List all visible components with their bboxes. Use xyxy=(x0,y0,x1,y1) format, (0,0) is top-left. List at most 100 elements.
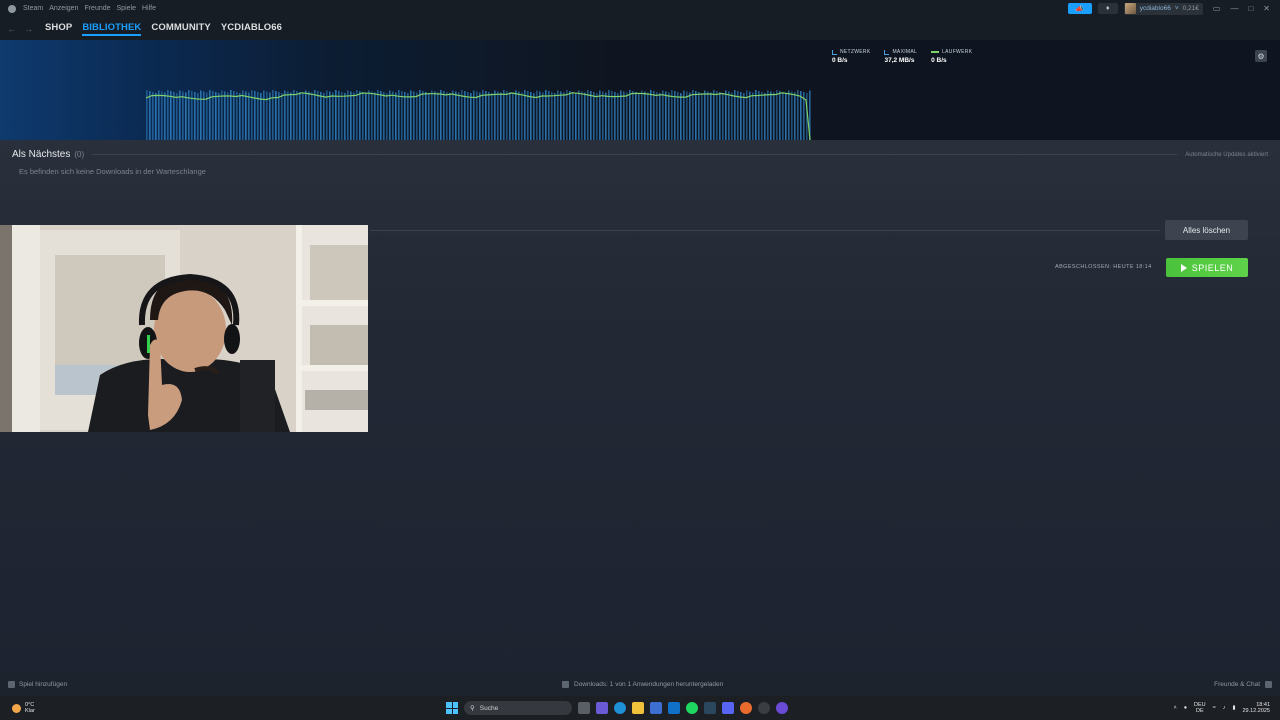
auto-updates-note[interactable]: Automatische Updates aktiviert xyxy=(1185,152,1268,158)
taskbar-search[interactable]: ⚲ Suche xyxy=(464,701,572,715)
friends-chat-button[interactable]: Freunde & Chat xyxy=(1214,681,1272,688)
file-explorer-icon[interactable] xyxy=(632,702,644,714)
graph-bar xyxy=(524,90,526,140)
graph-bar xyxy=(218,93,220,140)
graph-stats: NETZWERK 0 B/s MAXIMAL 37,2 MB/s LAUFWER… xyxy=(832,49,972,64)
battery-icon[interactable]: ▮ xyxy=(1232,705,1235,711)
nav-shop[interactable]: SHOP xyxy=(45,22,72,36)
graph-bar xyxy=(521,92,523,140)
graph-bar xyxy=(716,91,718,140)
graph-bar xyxy=(158,90,160,140)
graph-bar xyxy=(527,91,529,140)
stat-disk-value: 0 B/s xyxy=(931,57,947,64)
graph-bar xyxy=(734,90,736,140)
clear-all-button[interactable]: Alles löschen xyxy=(1165,220,1248,240)
graph-bar xyxy=(359,91,361,140)
forward-arrow-icon[interactable]: → xyxy=(24,24,33,34)
graph-bar xyxy=(776,90,778,140)
teams-icon[interactable] xyxy=(596,702,608,714)
menu-hilfe[interactable]: Hilfe xyxy=(142,5,156,12)
add-game-button[interactable]: Spiel hinzufügen xyxy=(8,681,67,688)
nav-profile[interactable]: YCDIABLO66 xyxy=(221,22,282,36)
graph-bar xyxy=(728,91,730,140)
graph-bar xyxy=(671,90,673,140)
volume-icon[interactable]: ♪ xyxy=(1223,705,1226,711)
menu-steam[interactable]: Steam xyxy=(23,5,43,12)
graph-bar xyxy=(548,91,550,140)
download-graph: NETZWERK 0 B/s MAXIMAL 37,2 MB/s LAUFWER… xyxy=(0,40,1280,140)
menu-spiele[interactable]: Spiele xyxy=(117,5,136,12)
microphone-icon[interactable]: ● xyxy=(1184,705,1187,711)
graph-bar xyxy=(152,92,154,140)
graph-bar xyxy=(500,92,502,140)
graph-bar xyxy=(404,92,406,140)
start-icon[interactable] xyxy=(446,702,458,714)
divider xyxy=(92,154,1178,155)
app-icon[interactable] xyxy=(776,702,788,714)
firefox-icon[interactable] xyxy=(740,702,752,714)
downloads-status[interactable]: Downloads: 1 von 1 Anwendungen herunterg… xyxy=(562,681,723,688)
download-settings-button[interactable]: ⚙ xyxy=(1255,50,1267,62)
steam-taskbar-icon[interactable] xyxy=(704,702,716,714)
graph-bar xyxy=(551,92,553,140)
graph-bar xyxy=(260,93,262,140)
wifi-icon[interactable]: ≈ xyxy=(1213,705,1216,711)
edge-icon[interactable] xyxy=(614,702,626,714)
graph-bar xyxy=(167,90,169,140)
graph-bar xyxy=(389,90,391,140)
graph-bar xyxy=(497,91,499,140)
store-icon[interactable] xyxy=(650,702,662,714)
graph-bar xyxy=(800,91,802,140)
language-indicator[interactable]: DEU DE xyxy=(1194,702,1206,715)
menu-freunde[interactable]: Freunde xyxy=(84,5,110,12)
close-icon[interactable]: ✕ xyxy=(1263,4,1270,13)
stat-network-value: 0 B/s xyxy=(832,57,848,64)
task-view-icon[interactable] xyxy=(578,702,590,714)
maximize-icon[interactable]: □ xyxy=(1248,4,1253,13)
graph-bar xyxy=(239,93,241,140)
chevron-up-icon[interactable]: ˄ xyxy=(1173,705,1176,711)
graph-bar xyxy=(332,92,334,140)
graph-bar xyxy=(665,91,667,140)
graph-bar xyxy=(437,92,439,140)
graph-bar xyxy=(320,92,322,140)
back-arrow-icon[interactable]: ← xyxy=(7,24,16,34)
graph-bar xyxy=(590,91,592,140)
graph-bar xyxy=(560,91,562,140)
graph-bar xyxy=(509,92,511,140)
nav-community[interactable]: COMMUNITY xyxy=(151,22,210,36)
queue-empty-message: Es befinden sich keine Downloads in der … xyxy=(19,167,206,176)
graph-bar xyxy=(371,91,373,140)
spotify-icon[interactable] xyxy=(686,702,698,714)
graph-bar xyxy=(680,93,682,140)
weather-widget[interactable]: 0°C Klar xyxy=(12,702,35,714)
play-button[interactable]: SPIELEN xyxy=(1166,258,1248,277)
obs-icon[interactable] xyxy=(758,702,770,714)
graph-bar xyxy=(695,91,697,140)
account-menu[interactable]: ycdiablo66 ˅ 0,21€ xyxy=(1123,2,1203,15)
graph-bar xyxy=(227,92,229,140)
outlook-icon[interactable] xyxy=(668,702,680,714)
menu-anzeigen[interactable]: Anzeigen xyxy=(49,5,78,12)
graph-bar xyxy=(410,90,412,140)
big-picture-icon[interactable]: ▭ xyxy=(1213,4,1221,13)
clock[interactable]: 18:41 29.12.2025 xyxy=(1242,702,1270,715)
graph-bar xyxy=(407,93,409,140)
announcements-button[interactable]: 📣 xyxy=(1067,3,1092,14)
graph-bar xyxy=(788,90,790,140)
graph-bar xyxy=(515,90,517,140)
graph-bar xyxy=(284,90,286,140)
graph-bar xyxy=(617,93,619,140)
graph-bar xyxy=(383,92,385,140)
discord-icon[interactable] xyxy=(722,702,734,714)
minimize-icon[interactable]: — xyxy=(1230,4,1238,13)
notifications-button[interactable]: ♦ xyxy=(1097,3,1118,14)
graph-bar xyxy=(479,92,481,140)
graph-bar xyxy=(539,91,541,140)
stat-peak: MAXIMAL 37,2 MB/s xyxy=(884,49,917,64)
graph-bar xyxy=(476,91,478,140)
nav-library[interactable]: BIBLIOTHEK xyxy=(82,22,142,36)
graph-bar xyxy=(491,93,493,140)
divider xyxy=(370,230,1160,231)
windows-taskbar: 0°C Klar ⚲ Suche ˄ ● DEU DE ≈ ♪ ▮ 18:41 … xyxy=(0,696,1280,720)
